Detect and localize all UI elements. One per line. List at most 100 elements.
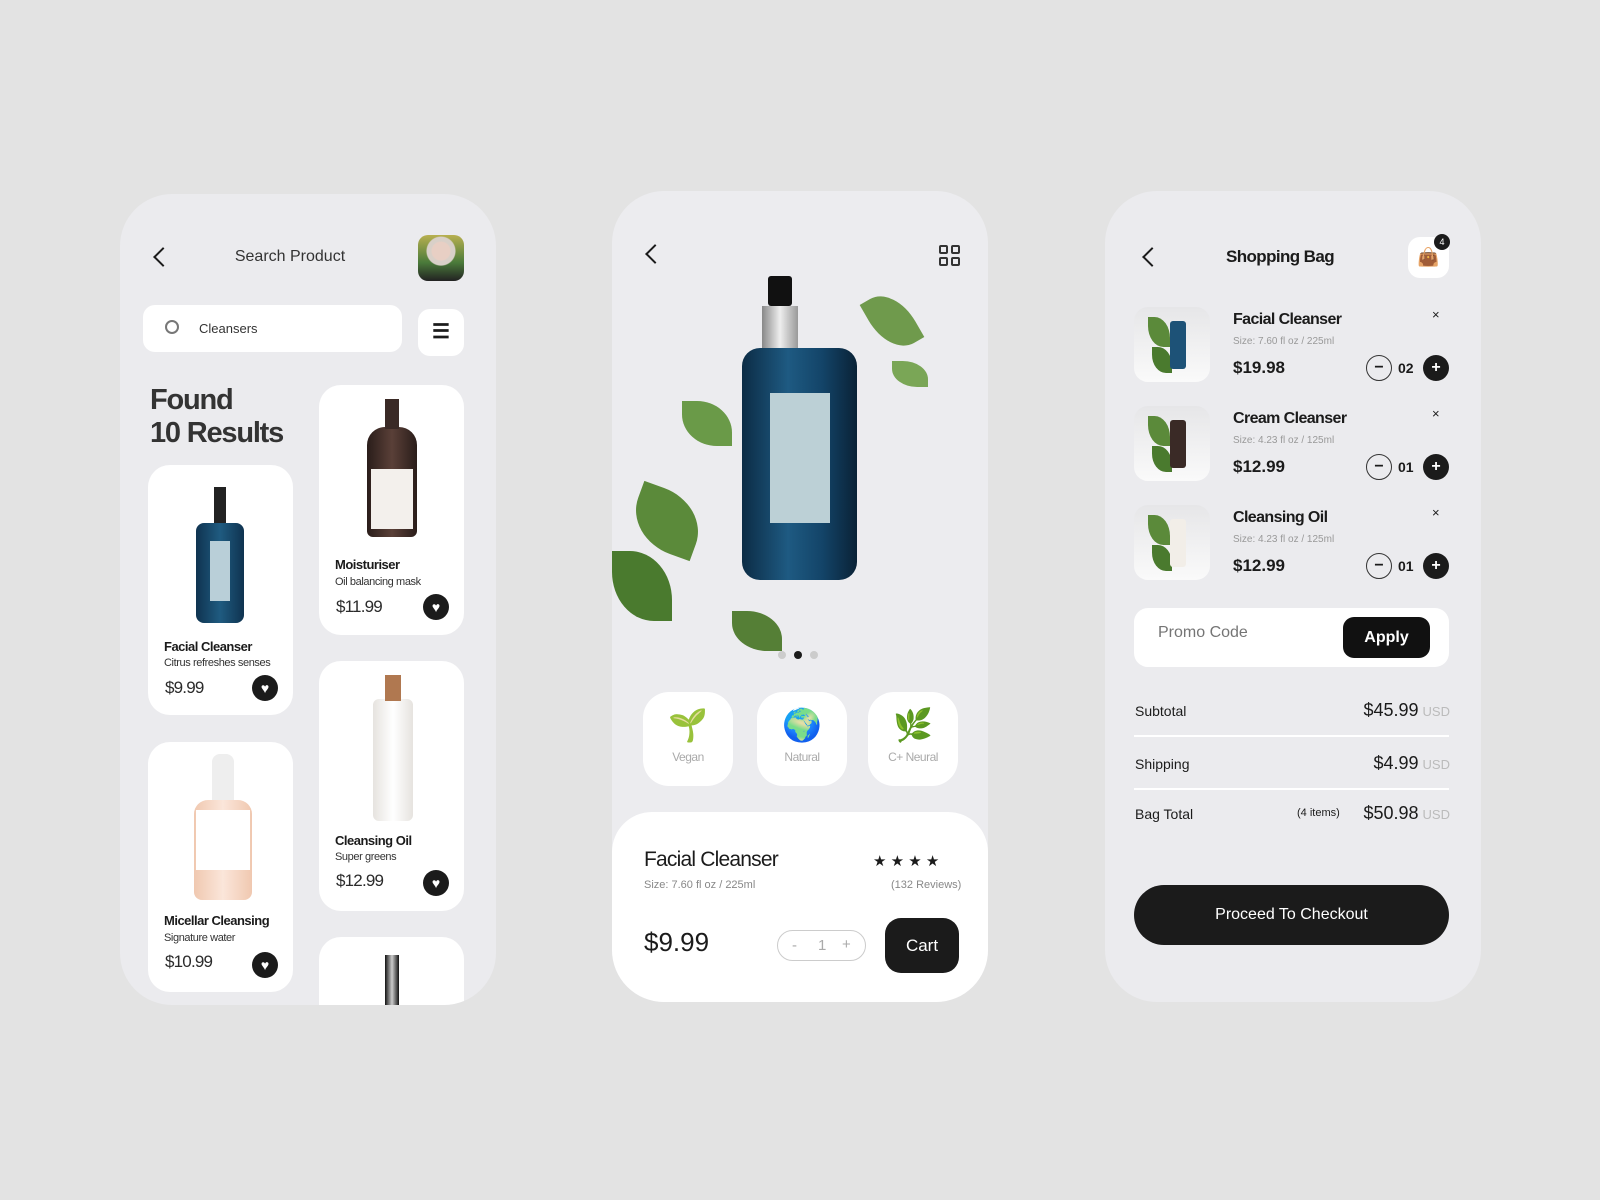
product-subtitle: Signature water: [164, 932, 236, 944]
product-price: $9.99: [644, 927, 710, 957]
hand-plant-icon: 🌿: [893, 707, 933, 743]
item-name: Facial Cleanser: [1233, 311, 1342, 328]
heart-icon[interactable]: ♥: [252, 952, 278, 978]
product-name: Cleansing Oil: [335, 833, 412, 848]
shopping-bag-icon: 👜: [1417, 247, 1440, 267]
product-name: Facial Cleanser: [644, 848, 779, 871]
quantity-stepper: - 1 +: [777, 930, 866, 961]
divider: [1134, 788, 1449, 790]
product-price: $10.99: [165, 952, 213, 971]
item-quantity: 02: [1398, 360, 1414, 376]
product-card[interactable]: [319, 937, 464, 1005]
remove-item-icon[interactable]: ×: [1432, 505, 1440, 520]
bag-button[interactable]: 👜 4: [1408, 234, 1450, 278]
remove-item-icon[interactable]: ×: [1432, 307, 1440, 322]
sprout-icon: 🌱: [668, 707, 708, 743]
apply-button[interactable]: Apply: [1343, 617, 1430, 658]
item-price: $19.98: [1233, 358, 1285, 377]
product-subtitle: Citrus refreshes senses: [164, 657, 271, 669]
product-subtitle: Super greens: [335, 851, 397, 863]
product-image: [385, 955, 399, 1005]
heart-icon[interactable]: ♥: [423, 870, 449, 896]
increment-button[interactable]: +: [1423, 454, 1449, 480]
promo-code-field: Apply: [1134, 608, 1449, 667]
page-title: Shopping Bag: [1225, 247, 1335, 266]
remove-item-icon[interactable]: ×: [1432, 406, 1440, 421]
product-size: Size: 7.60 fl oz / 225ml: [644, 879, 756, 891]
feature-vegan: 🌱 Vegan: [643, 692, 733, 786]
product-card[interactable]: Cleansing Oil Super greens $12.99 ♥: [319, 661, 464, 911]
shipping-value: $4.99: [1373, 753, 1419, 773]
currency-label: USD: [1422, 704, 1450, 719]
earth-lotus-icon: 🌍: [782, 707, 822, 743]
avatar[interactable]: [418, 235, 464, 281]
pump: [214, 487, 226, 523]
product-image: [194, 800, 252, 900]
increment-button[interactable]: +: [1423, 553, 1449, 579]
product-price: $9.99: [165, 678, 204, 697]
search-screen: Search Product Cleansers ☰ Found 10 Resu…: [120, 194, 496, 1005]
product-card[interactable]: Facial Cleanser Citrus refreshes senses …: [148, 465, 293, 715]
product-info-panel: Facial Cleanser Size: 7.60 fl oz / 225ml…: [612, 812, 988, 1002]
heart-icon[interactable]: ♥: [423, 594, 449, 620]
subtotal-label: Subtotal: [1135, 703, 1187, 719]
product-card[interactable]: Moisturiser Oil balancing mask $11.99 ♥: [319, 385, 464, 635]
product-price: $11.99: [336, 597, 383, 616]
found-label: Found: [150, 384, 234, 416]
add-to-cart-button[interactable]: Cart: [885, 918, 959, 973]
heart-icon[interactable]: ♥: [252, 675, 278, 701]
product-image: [367, 427, 417, 537]
shipping-row: Shipping $4.99 USD: [1135, 753, 1450, 773]
item-thumbnail: [1134, 307, 1210, 382]
item-size: Size: 7.60 fl oz / 225ml: [1233, 336, 1335, 347]
pump: [385, 399, 399, 429]
bag-total-label: Bag Total: [1135, 806, 1194, 822]
item-price: $12.99: [1233, 556, 1285, 575]
divider: [1134, 735, 1449, 737]
shipping-label: Shipping: [1135, 756, 1190, 772]
product-name: Micellar Cleansing: [164, 913, 270, 928]
product-name: Moisturiser: [335, 557, 400, 572]
reviews-count: (132 Reviews): [891, 879, 962, 891]
carousel-dot[interactable]: [810, 651, 818, 659]
increment-button[interactable]: +: [842, 936, 851, 953]
checkout-button[interactable]: Proceed To Checkout: [1134, 885, 1449, 945]
quantity-value[interactable]: 1: [818, 937, 826, 954]
product-detail-screen: 🌱 Vegan 🌍 Natural 🌿 C+ Neural Facial Cleans…: [612, 191, 988, 1002]
feature-label: C+ Neural: [888, 750, 938, 764]
cap: [212, 754, 234, 800]
product-image: [196, 523, 244, 623]
product-name: Facial Cleanser: [164, 639, 252, 654]
results-count: 10 Results: [150, 417, 284, 449]
product-card[interactable]: Micellar Cleansing Signature water $10.9…: [148, 742, 293, 992]
results-heading: Found 10 Results: [150, 384, 284, 450]
subtotal-value: $45.99: [1363, 700, 1419, 720]
item-quantity: 01: [1398, 459, 1414, 475]
currency-label: USD: [1422, 807, 1450, 822]
search-icon: [165, 320, 179, 334]
decrement-button[interactable]: -: [792, 937, 797, 954]
currency-label: USD: [1422, 757, 1450, 772]
bag-count-badge: 4: [1434, 234, 1450, 250]
product-image: [373, 699, 413, 821]
pump: [385, 675, 401, 701]
carousel-dot-active[interactable]: [794, 651, 802, 659]
product-subtitle: Oil balancing mask: [335, 576, 421, 588]
bag-item: Cream Cleanser Size: 4.23 fl oz / 125ml …: [1134, 406, 1450, 486]
increment-button[interactable]: +: [1423, 355, 1449, 381]
decrement-button[interactable]: −: [1366, 553, 1392, 579]
bag-item: Facial Cleanser Size: 7.60 fl oz / 225ml…: [1134, 307, 1450, 387]
subtotal-row: Subtotal $45.99 USD: [1135, 700, 1450, 720]
promo-code-input[interactable]: [1158, 624, 1338, 642]
carousel-dot[interactable]: [778, 651, 786, 659]
feature-natural: 🌍 Natural: [757, 692, 847, 786]
decrement-button[interactable]: −: [1366, 355, 1392, 381]
bag-total-row: Bag Total (4 items) $50.98 USD: [1135, 803, 1450, 823]
filter-button[interactable]: ☰: [418, 309, 464, 356]
feature-neural: 🌿 C+ Neural: [868, 692, 958, 786]
search-input[interactable]: Cleansers: [143, 305, 402, 352]
item-name: Cream Cleanser: [1233, 410, 1347, 427]
rating-stars: ★ ★ ★ ★: [873, 853, 940, 870]
item-thumbnail: [1134, 406, 1210, 481]
decrement-button[interactable]: −: [1366, 454, 1392, 480]
